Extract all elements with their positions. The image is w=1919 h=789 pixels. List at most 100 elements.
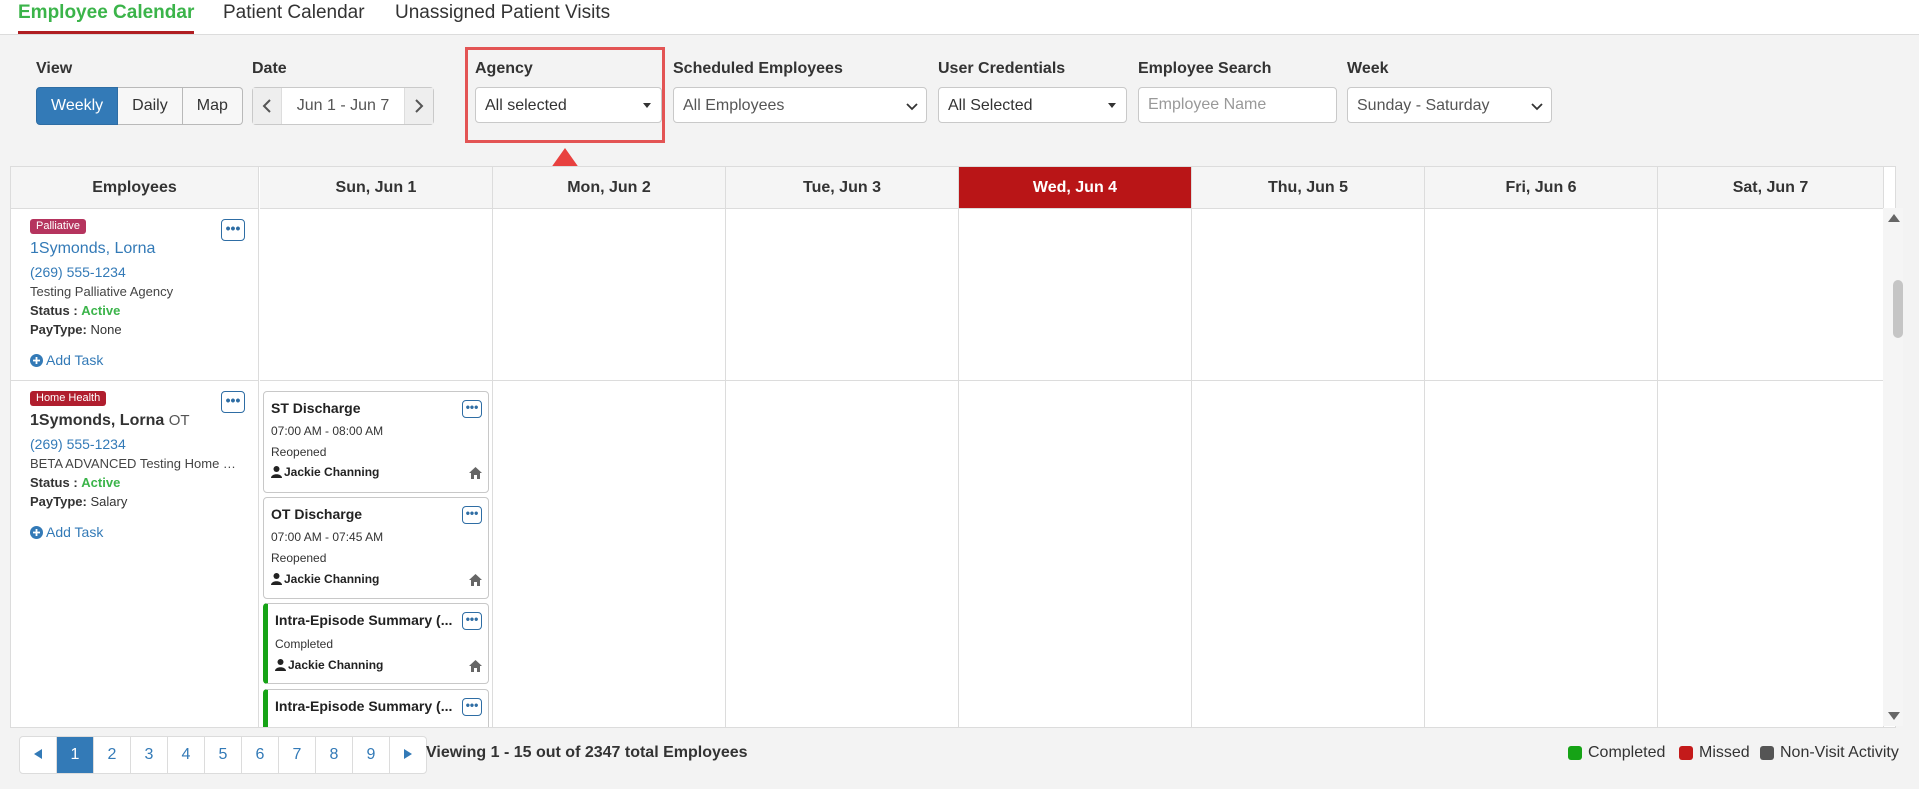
employee-agency: BETA ADVANCED Testing Home H...	[30, 456, 240, 471]
scheduled-employees-select[interactable]: All Employees	[673, 87, 927, 123]
task-more-button[interactable]: •••	[462, 612, 482, 630]
day-cell[interactable]	[260, 209, 493, 381]
day-header: Sat, Jun 7	[1658, 167, 1884, 209]
task-title: ST Discharge	[271, 400, 361, 416]
employee-search-label: Employee Search	[1138, 60, 1272, 77]
scheduled-employees-label: Scheduled Employees	[673, 60, 843, 77]
status-value: Active	[81, 303, 121, 318]
plus-circle-icon	[30, 353, 43, 367]
employee-name-link[interactable]: 1Symonds, Lorna	[30, 240, 155, 258]
employee-more-button[interactable]: •••	[221, 391, 245, 413]
add-task-label: Add Task	[46, 352, 104, 368]
employee-credential: OT	[168, 412, 190, 429]
legend-swatch	[1760, 746, 1774, 760]
task-status: Reopened	[271, 551, 327, 565]
scroll-up-icon[interactable]	[1888, 214, 1900, 222]
page-button[interactable]: 4	[167, 737, 204, 773]
employee-status: Status : Active	[30, 303, 120, 318]
page-prev-button[interactable]	[20, 737, 56, 773]
chevron-right-icon	[415, 99, 424, 113]
date-prev-button[interactable]	[253, 88, 281, 124]
page-button[interactable]: 6	[241, 737, 278, 773]
page-button[interactable]: 7	[278, 737, 315, 773]
task-more-button[interactable]: •••	[462, 506, 482, 524]
caret-down-icon	[1108, 103, 1116, 108]
tab-patient-calendar[interactable]: Patient Calendar	[223, 0, 365, 31]
page-button[interactable]: 5	[204, 737, 241, 773]
legend-swatch	[1568, 746, 1582, 760]
task-employee-name: Jackie Channing	[284, 572, 380, 586]
tab-unassigned-patient-visits[interactable]: Unassigned Patient Visits	[395, 0, 610, 31]
employee-name[interactable]: 1Symonds, Lorna OT	[30, 412, 190, 430]
task-more-button[interactable]: •••	[462, 400, 482, 418]
employees-column-header: Employees	[11, 167, 259, 209]
legend-non-visit-activity: Non-Visit Activity	[1760, 744, 1899, 762]
employee-phone[interactable]: (269) 555-1234	[30, 436, 126, 452]
day-cell[interactable]	[1658, 209, 1884, 381]
date-picker: Jun 1 - Jun 7	[252, 87, 434, 125]
day-header: Tue, Jun 3	[726, 167, 959, 209]
legend-completed: Completed	[1568, 744, 1665, 762]
week-select-value: Sunday - Saturday	[1357, 97, 1490, 114]
employee-more-button[interactable]: •••	[221, 219, 245, 241]
view-label: View	[36, 60, 73, 77]
pagination: 1 2 3 4 5 6 7 8 9	[19, 736, 427, 774]
scroll-down-icon[interactable]	[1888, 712, 1900, 720]
date-label: Date	[252, 60, 287, 77]
day-cell[interactable]	[1425, 209, 1658, 381]
employee-paytype: PayType: None	[30, 322, 122, 337]
date-range-value[interactable]: Jun 1 - Jun 7	[281, 88, 405, 124]
status-label: Status :	[30, 475, 78, 490]
task-card-completed[interactable]: Intra-Episode Summary (... •••	[263, 689, 489, 727]
view-daily-button[interactable]: Daily	[118, 87, 183, 125]
employee-name-text: 1Symonds, Lorna	[30, 412, 165, 429]
employee-phone[interactable]: (269) 555-1234	[30, 264, 126, 280]
day-cell[interactable]	[726, 381, 959, 727]
paytype-value: None	[90, 322, 122, 337]
employee-search-input[interactable]	[1138, 87, 1337, 123]
view-weekly-button[interactable]: Weekly	[36, 87, 119, 125]
day-cell[interactable]	[1425, 381, 1658, 727]
task-title: Intra-Episode Summary (...	[275, 698, 453, 714]
task-employee: Jackie Channing	[271, 572, 379, 586]
page-button[interactable]: 9	[352, 737, 389, 773]
view-map-button[interactable]: Map	[182, 87, 243, 125]
day-cell[interactable]	[726, 209, 959, 381]
page-button[interactable]: 1	[56, 737, 93, 773]
scrollbar-thumb[interactable]	[1893, 280, 1903, 338]
task-employee: Jackie Channing	[271, 465, 379, 479]
day-cell[interactable]	[493, 209, 726, 381]
legend-missed: Missed	[1679, 744, 1750, 762]
tab-employee-calendar[interactable]: Employee Calendar	[18, 0, 195, 34]
day-cell[interactable]	[1192, 209, 1425, 381]
chevron-down-icon	[1531, 103, 1543, 111]
paytype-label: PayType:	[30, 322, 87, 337]
task-card-completed[interactable]: Intra-Episode Summary (... ••• Completed…	[263, 603, 489, 684]
day-cell[interactable]	[1192, 381, 1425, 727]
day-header: Thu, Jun 5	[1192, 167, 1425, 209]
paytype-value: Salary	[90, 494, 128, 509]
page-button[interactable]: 8	[315, 737, 352, 773]
chevron-down-icon	[906, 103, 918, 111]
day-cell[interactable]	[1658, 381, 1884, 727]
task-card[interactable]: ST Discharge ••• 07:00 AM - 08:00 AM Reo…	[263, 391, 489, 493]
page-button[interactable]: 3	[130, 737, 167, 773]
user-credentials-select[interactable]: All Selected	[938, 87, 1127, 123]
task-more-button[interactable]: •••	[462, 698, 482, 716]
date-next-button[interactable]	[405, 88, 433, 124]
task-status: Reopened	[271, 445, 327, 459]
caret-right-icon	[404, 749, 412, 759]
day-cell[interactable]	[959, 381, 1192, 727]
task-title: OT Discharge	[271, 506, 363, 522]
task-card[interactable]: OT Discharge ••• 07:00 AM - 07:45 AM Reo…	[263, 497, 489, 599]
page-button[interactable]: 2	[93, 737, 130, 773]
day-cell[interactable]	[493, 381, 726, 727]
add-task-link[interactable]: Add Task	[30, 524, 103, 540]
week-select[interactable]: Sunday - Saturday	[1347, 87, 1552, 123]
day-cell[interactable]	[959, 209, 1192, 381]
legend-label: Missed	[1699, 744, 1750, 761]
plus-circle-icon	[30, 525, 43, 539]
add-task-link[interactable]: Add Task	[30, 352, 103, 368]
agency-type-badge: Palliative	[30, 219, 87, 234]
page-next-button[interactable]	[389, 737, 426, 773]
